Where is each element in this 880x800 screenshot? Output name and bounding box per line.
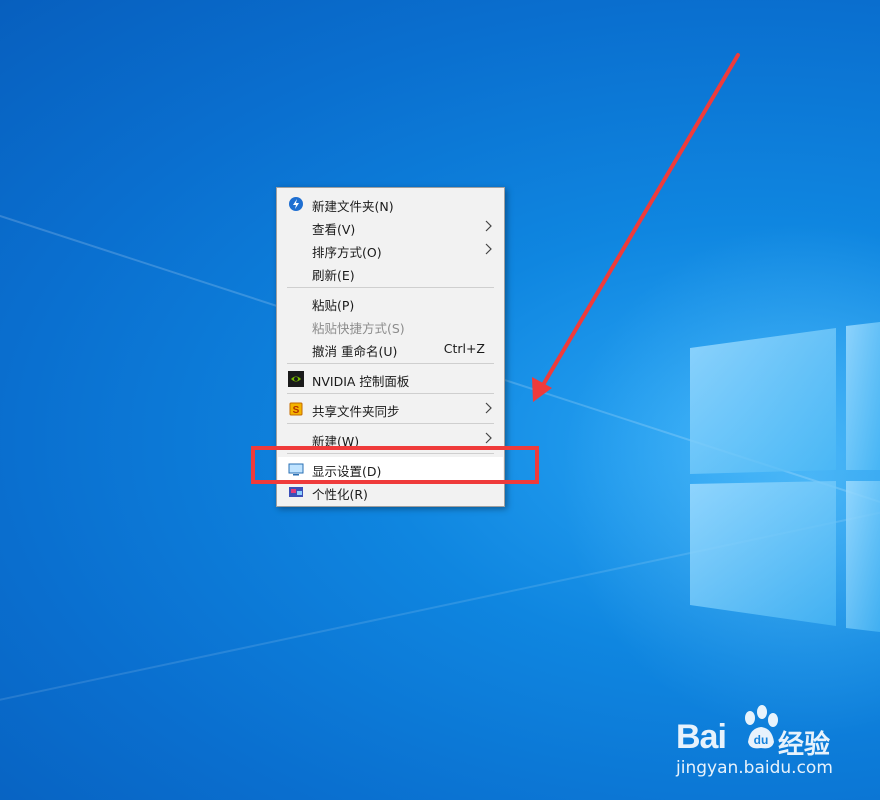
svg-text:S: S (293, 405, 300, 416)
chevron-right-icon (485, 402, 492, 414)
menu-separator (287, 363, 494, 364)
annotation-highlight-box (251, 446, 539, 484)
menu-item-paste[interactable]: 粘贴(P) (278, 291, 503, 314)
menu-item-view[interactable]: 查看(V) (278, 215, 503, 238)
menu-item-label: 粘贴(P) (312, 298, 355, 313)
watermark-site: jingyan.baidu.com (676, 758, 833, 778)
menu-item-label: 刷新(E) (312, 268, 355, 283)
menu-item-paste-shortcut: 粘贴快捷方式(S) (278, 314, 503, 337)
personalize-icon (289, 487, 303, 497)
menu-item-undo-rename[interactable]: 撤消 重命名(U) Ctrl+Z (278, 337, 503, 360)
menu-item-new-folder[interactable]: 新建文件夹(N) (278, 192, 503, 215)
menu-separator (287, 287, 494, 288)
menu-item-label: 撤消 重命名(U) (312, 344, 398, 359)
menu-item-nvidia[interactable]: NVIDIA 控制面板 (278, 367, 503, 390)
baidu-jingyan-watermark: Bai du 经验 jingyan.baidu.com (676, 700, 856, 790)
nvidia-icon (288, 371, 304, 387)
share-sync-icon: S (289, 402, 303, 416)
menu-item-shortcut: Ctrl+Z (443, 341, 485, 356)
chevron-right-icon (485, 243, 492, 255)
chevron-right-icon (485, 220, 492, 232)
menu-item-share-sync[interactable]: S 共享文件夹同步 (278, 397, 503, 420)
menu-item-label: 个性化(R) (312, 487, 368, 502)
menu-separator (287, 393, 494, 394)
menu-item-label: 粘贴快捷方式(S) (312, 321, 405, 336)
watermark-service: 经验 (778, 730, 831, 760)
chevron-right-icon (485, 432, 492, 444)
watermark-brand: Bai (676, 718, 727, 756)
menu-item-label: 排序方式(O) (312, 245, 382, 260)
menu-item-sort[interactable]: 排序方式(O) (278, 238, 503, 261)
menu-separator (287, 423, 494, 424)
menu-item-label: 新建文件夹(N) (312, 199, 394, 214)
menu-item-label: 查看(V) (312, 222, 356, 237)
menu-item-label: NVIDIA 控制面板 (312, 374, 410, 389)
folder-new-icon (289, 197, 303, 211)
menu-item-label: 共享文件夹同步 (312, 404, 400, 419)
menu-item-refresh[interactable]: 刷新(E) (278, 261, 503, 284)
svg-text:du: du (754, 733, 769, 747)
